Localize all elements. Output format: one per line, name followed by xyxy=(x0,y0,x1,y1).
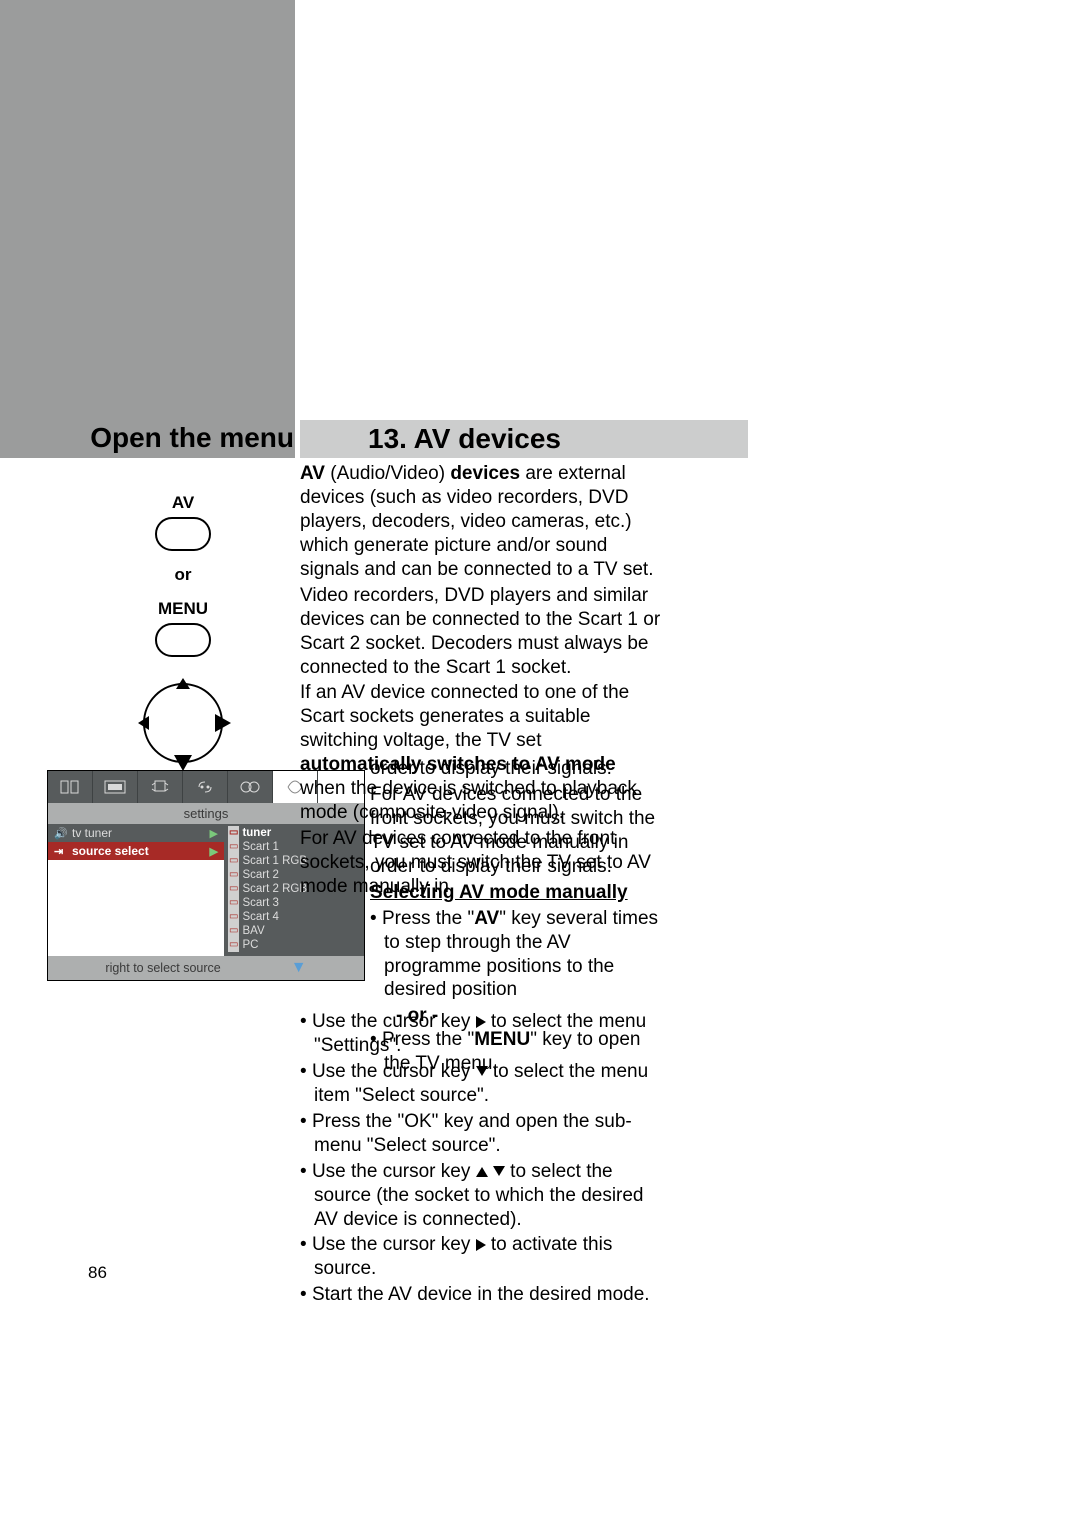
or-label: or xyxy=(109,565,257,585)
speaker-icon: 🔊 xyxy=(54,827,68,840)
down-arrow-icon xyxy=(493,1166,505,1176)
osd-source-label: PC xyxy=(242,938,258,952)
text: If an AV device connected to one of the … xyxy=(300,682,629,751)
source-icon: ▭ xyxy=(228,910,239,924)
lower-bullets: Use the cursor key to select the menu "S… xyxy=(300,1010,663,1309)
bullet: Use the cursor key to select the menu "S… xyxy=(300,1010,663,1058)
text: Press the " xyxy=(382,908,474,929)
av-key-label: AV xyxy=(109,493,257,513)
source-icon: ▭ xyxy=(228,840,239,854)
bold-av: AV xyxy=(474,908,499,929)
gray-block xyxy=(0,0,295,458)
av-key-icon xyxy=(155,517,211,551)
chevron-right-icon: ▶ xyxy=(210,845,218,858)
osd-source-label: Scart 2 xyxy=(242,868,278,882)
input-icon: ⇥ xyxy=(54,845,68,858)
right-arrow-icon xyxy=(476,1016,486,1028)
osd-source-label: Scart 1 xyxy=(242,840,278,854)
bullet: Use the cursor key to activate this sour… xyxy=(300,1233,663,1281)
osd-tab-icon xyxy=(93,771,138,803)
osd-source-label: Scart 4 xyxy=(242,910,278,924)
osd-source-label: Scart 2 RGB xyxy=(242,882,307,896)
osd-source-scart4: ▭Scart 4 xyxy=(224,910,364,924)
osd-left-list: 🔊 tv tuner ▶ ⇥ source select ▶ xyxy=(48,824,224,956)
paragraph: Video recorders, DVD players and similar… xyxy=(300,584,663,680)
source-icon: ▭ xyxy=(228,938,239,952)
osd-source-pc: ▭PC xyxy=(224,938,364,952)
osd-footer: right to select source ▼ xyxy=(48,956,364,980)
subheading: Selecting AV mode manually xyxy=(370,881,663,905)
remote-hint-column: AV or MENU xyxy=(109,493,257,763)
bold-devices: devices xyxy=(450,463,520,484)
source-icon: ▭ xyxy=(228,896,239,910)
down-arrow-icon xyxy=(476,1066,488,1076)
text: (Audio/Video) xyxy=(325,463,450,484)
source-icon: ▭ xyxy=(228,826,239,840)
source-icon: ▭ xyxy=(228,854,239,868)
down-arrow-icon: ▼ xyxy=(291,959,307,977)
source-icon: ▭ xyxy=(228,882,239,896)
osd-row-label: tv tuner xyxy=(72,826,112,840)
source-icon: ▭ xyxy=(228,868,239,882)
bold-av: AV xyxy=(300,463,325,484)
osd-row-label: source select xyxy=(72,844,149,858)
osd-tab-icon xyxy=(228,771,273,803)
osd-source-label: Scart 1 RGB xyxy=(242,854,307,868)
right-arrow-icon xyxy=(215,714,231,732)
osd-source-label: BAV xyxy=(242,924,264,938)
source-icon: ▭ xyxy=(228,924,239,938)
bullet: Start the AV device in the desired mode. xyxy=(300,1283,663,1307)
bullet: Use the cursor key to select the source … xyxy=(300,1160,663,1232)
down-arrow-icon xyxy=(174,755,192,771)
left-arrow-icon xyxy=(138,716,149,730)
dpad-icon xyxy=(143,683,223,763)
osd-source-label: tuner xyxy=(242,826,271,840)
osd-source-label: Scart 3 xyxy=(242,896,278,910)
up-arrow-icon xyxy=(476,1167,488,1177)
section-title: 13. AV devices xyxy=(300,420,748,458)
chevron-right-icon: ▶ xyxy=(210,827,218,840)
paragraph: order to display their signals. xyxy=(370,757,663,781)
osd-tab-icon xyxy=(138,771,183,803)
osd-tab-icon xyxy=(183,771,228,803)
menu-key-label: MENU xyxy=(109,599,257,619)
osd-row-tvtuner: 🔊 tv tuner ▶ xyxy=(48,824,224,842)
menu-key-icon xyxy=(155,623,211,657)
osd-row-source-select: ⇥ source select ▶ xyxy=(48,842,224,860)
bullet: Press the "AV" key several times to step… xyxy=(370,907,663,1003)
section-title-text: 13. AV devices xyxy=(368,423,561,455)
osd-tab-icon xyxy=(48,771,93,803)
up-arrow-icon xyxy=(176,678,190,689)
paragraph: For AV devices connected to the front so… xyxy=(370,783,663,879)
right-arrow-icon xyxy=(476,1239,486,1251)
page-number: 86 xyxy=(88,1263,107,1283)
osd-footer-text: right to select source xyxy=(105,961,220,975)
bullet: Press the "OK" key and open the sub-menu… xyxy=(300,1110,663,1158)
osd-source-bav: ▭BAV xyxy=(224,924,364,938)
bullet: Use the cursor key to select the menu it… xyxy=(300,1060,663,1108)
open-menu-heading: Open the menu xyxy=(58,422,294,454)
